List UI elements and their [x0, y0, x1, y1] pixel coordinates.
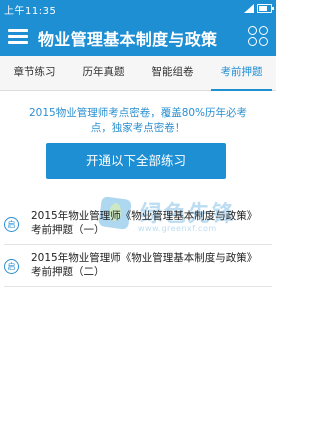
signal-icon — [244, 3, 254, 13]
promo-line-2: 点，独家考点密卷！ — [90, 122, 186, 134]
start-badge-icon: 启 — [4, 217, 19, 232]
menu-icon[interactable] — [6, 24, 30, 48]
paper-title: 2015年物业管理师《物业管理基本制度与政策》考前押题（一） — [31, 210, 258, 236]
tab-past-exams[interactable]: 历年真题 — [69, 56, 138, 90]
unlock-all-button[interactable]: 开通以下全部练习 — [46, 143, 226, 179]
paper-title: 2015年物业管理师《物业管理基本制度与政策》考前押题（二） — [31, 252, 258, 278]
divider — [4, 286, 272, 287]
battery-icon — [257, 3, 274, 13]
promo-line-1: 2015物业管理师考点密卷，覆盖80%历年必考 — [28, 107, 248, 119]
page-title: 物业管理基本制度与政策 — [38, 30, 218, 49]
status-bar: 上午11:35 — [0, 0, 276, 17]
list-item[interactable]: 启 2015年物业管理师《物业管理基本制度与政策》考前押题（一） — [0, 206, 276, 244]
tab-pre-exam-predictions[interactable]: 考前押题 — [207, 56, 276, 91]
status-time: 上午11:35 — [4, 6, 57, 17]
start-badge-icon: 启 — [4, 259, 19, 274]
divider — [4, 244, 272, 245]
tab-smart-paper[interactable]: 智能组卷 — [138, 56, 207, 90]
tab-bar: 章节练习 历年真题 智能组卷 考前押题 — [0, 56, 276, 91]
app-bar: 物业管理基本制度与政策 — [0, 16, 276, 56]
promo-text: 2015物业管理师考点密卷，覆盖80%历年必考 点，独家考点密卷！ — [12, 106, 264, 136]
tab-chapter-practice[interactable]: 章节练习 — [0, 56, 69, 90]
grid-menu-icon[interactable] — [248, 26, 268, 46]
list-item[interactable]: 启 2015年物业管理师《物业管理基本制度与政策》考前押题（二） — [0, 248, 276, 286]
